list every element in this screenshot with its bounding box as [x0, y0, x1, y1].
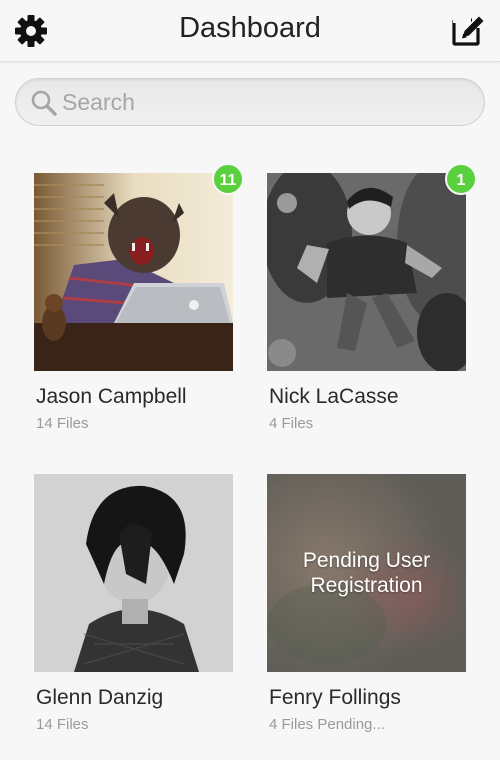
user-card[interactable]: Pending User Registration Fenry Follings…	[267, 474, 497, 739]
user-name: Glenn Danzig	[36, 686, 164, 709]
nav-bar: Dashboard	[0, 0, 500, 62]
search-icon	[31, 90, 57, 116]
file-count: 14 Files	[36, 415, 89, 432]
user-name: Fenry Follings	[269, 686, 401, 709]
pending-registration-label: Pending User Registration	[302, 549, 431, 597]
file-count: 4 Files	[269, 415, 314, 432]
user-photo	[34, 173, 233, 371]
compose-button[interactable]	[448, 12, 488, 50]
user-card[interactable]: 1 Nick LaCasse 4 Files	[267, 163, 497, 438]
notification-badge: 11	[212, 163, 244, 195]
compose-icon	[452, 14, 484, 46]
file-count: 14 Files	[36, 716, 89, 733]
notification-badge: 1	[445, 163, 477, 195]
search-input[interactable]	[62, 85, 462, 119]
user-name: Jason Campbell	[36, 385, 187, 408]
user-photo	[267, 173, 466, 371]
user-photo	[34, 474, 233, 672]
user-name: Nick LaCasse	[269, 385, 399, 408]
page-title: Dashboard	[179, 12, 321, 44]
file-count: 4 Files Pending...	[269, 716, 385, 733]
user-card[interactable]: Glenn Danzig 14 Files	[34, 474, 264, 739]
user-card[interactable]: 11 Jason Campbell 14 Files	[34, 163, 264, 438]
search-bar[interactable]	[15, 78, 485, 126]
user-photo: Pending User Registration	[267, 474, 466, 672]
